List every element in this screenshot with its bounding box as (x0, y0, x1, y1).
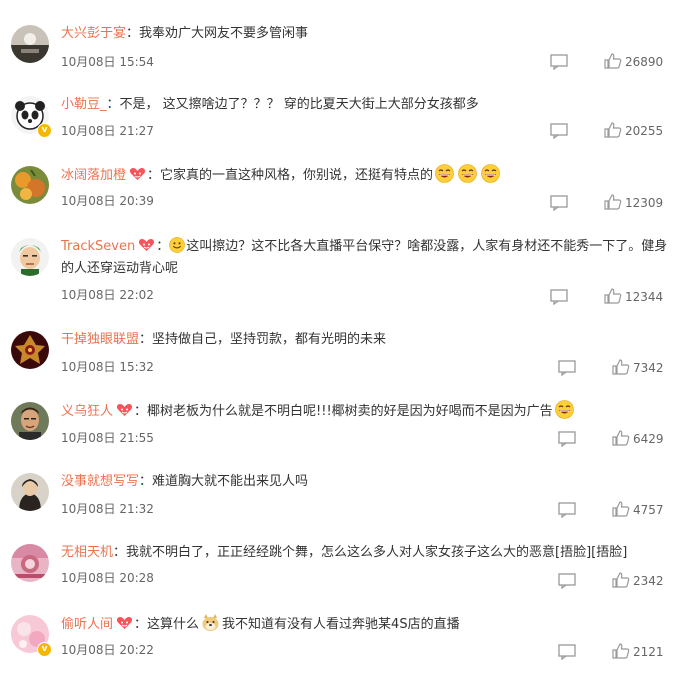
like-icon[interactable] (604, 53, 622, 69)
avatar[interactable] (11, 166, 49, 204)
username-link[interactable]: 大兴彭于宴 (61, 26, 126, 41)
username-link[interactable]: 无相天机 (61, 545, 113, 560)
like-count: 7342 (633, 361, 664, 375)
comment-content: 坚持做自己，坚持罚款，都有光明的未来 (152, 332, 387, 347)
like-icon[interactable] (604, 122, 622, 138)
separator: ： (134, 617, 148, 632)
avatar[interactable] (11, 25, 49, 63)
separator: ： (134, 404, 148, 419)
separator: ： (113, 545, 127, 560)
like-icon[interactable] (612, 501, 630, 517)
like-count: 4757 (633, 503, 664, 517)
reply-icon[interactable] (550, 195, 568, 211)
separator: ： (126, 26, 140, 41)
timestamp: 10月08日 20:39 (61, 194, 154, 208)
like-icon[interactable] (612, 430, 630, 446)
reply-icon[interactable] (558, 573, 576, 589)
comment-content: 我奉劝广大网友不要多管闲事 (139, 26, 309, 41)
like-count: 6429 (633, 432, 664, 446)
username-link[interactable]: 义乌狂人 (61, 404, 113, 419)
reply-icon[interactable] (550, 289, 568, 305)
username-link[interactable]: TrackSeven (61, 239, 135, 254)
comment-text: 偷听人间 ：这算什么 我不知道有没有人看过奔驰某4S店的直播 (61, 613, 681, 636)
comment-content: 不是， 这又擦啥边了？？？ 穿的比夏天大街上大部分女孩都多 (119, 97, 479, 112)
comment-content: 难道胸大就不能出来见人吗 (152, 474, 309, 489)
laughing-emoji-icon (458, 164, 477, 183)
laughing-emoji-icon (435, 164, 454, 183)
like-icon[interactable] (604, 194, 622, 210)
timestamp: 10月08日 15:32 (61, 360, 154, 374)
like-icon[interactable] (612, 643, 630, 659)
separator: ： (106, 97, 120, 112)
comment-text: 干掉独眼联盟：坚持做自己，坚持罚款，都有光明的未来 (61, 329, 681, 351)
timestamp: 10月08日 21:32 (61, 502, 154, 516)
fan-badge-icon (129, 168, 146, 180)
comment-text: 义乌狂人 ：椰树老板为什么就是不明白呢!!!椰树卖的好是因为好喝而不是因为广告 (61, 400, 681, 423)
like-count: 2342 (633, 574, 664, 588)
reply-icon[interactable] (558, 360, 576, 376)
laughing-emoji-icon (554, 400, 574, 419)
avatar[interactable] (11, 473, 49, 511)
avatar[interactable] (11, 544, 49, 582)
comment-text: 没事就想写写：难道胸大就不能出来见人吗 (61, 471, 681, 493)
reply-icon[interactable] (558, 644, 576, 660)
like-count: 12344 (625, 290, 664, 304)
like-count: 20255 (625, 124, 664, 138)
comment-content: 我就不明白了，正正经经跳个舞，怎么这么多人对人家女孩子这么大的恶意[捂脸][捂脸… (126, 545, 628, 560)
separator: ： (147, 168, 161, 183)
username-link[interactable]: 没事就想写写 (61, 474, 139, 489)
verified-badge-icon: v (37, 642, 52, 657)
separator: ： (139, 332, 153, 347)
comment-content: 它家真的一直这种风格，你别说，还挺有特点的 (160, 168, 434, 183)
timestamp: 10月08日 15:54 (61, 55, 154, 69)
reply-icon[interactable] (558, 431, 576, 447)
comment-text: TrackSeven：这叫擦边？这不比各大直播平台保守？啥都没露，人家有身材还不… (61, 236, 676, 280)
comment-content: 我不知道有没有人看过奔驰某4S店的直播 (222, 617, 460, 632)
timestamp: 10月08日 21:27 (61, 124, 154, 138)
username-link[interactable]: 干掉独眼联盟 (61, 332, 139, 347)
like-icon[interactable] (612, 572, 630, 588)
username-link[interactable]: 偷听人间 (61, 617, 113, 632)
comment-text: 小勒豆_：不是， 这又擦啥边了？？？ 穿的比夏天大街上大部分女孩都多 (61, 94, 681, 116)
username-link[interactable]: 冰阔落加橙 (61, 168, 126, 183)
timestamp: 10月08日 22:02 (61, 288, 154, 302)
laughing-emoji-icon (481, 164, 500, 183)
comment-text: 冰阔落加橙 ：它家真的一直这种风格，你别说，还挺有特点的 (61, 164, 681, 187)
username-link[interactable]: 小勒豆_ (61, 97, 107, 112)
avatar[interactable] (11, 331, 49, 369)
reply-icon[interactable] (550, 123, 568, 139)
reply-icon[interactable] (550, 54, 568, 70)
comment-content: 椰树老板为什么就是不明白呢!!!椰树卖的好是因为好喝而不是因为广告 (147, 404, 553, 419)
verified-badge-icon: v (37, 123, 52, 138)
timestamp: 10月08日 20:28 (61, 571, 154, 585)
comment-text: 无相天机：我就不明白了，正正经经跳个舞，怎么这么多人对人家女孩子这么大的恶意[捂… (61, 542, 681, 564)
like-count: 26890 (625, 55, 664, 69)
avatar[interactable] (11, 402, 49, 440)
timestamp: 10月08日 21:55 (61, 431, 154, 445)
fan-badge-icon (139, 239, 155, 251)
comment-list: 大兴彭于宴：我奉劝广大网友不要多管闲事 10月08日 15:54 26890 v… (0, 0, 693, 678)
comment-content: 这算什么 (147, 617, 200, 632)
like-icon[interactable] (612, 359, 630, 375)
separator: ： (139, 474, 153, 489)
fan-badge-icon (116, 617, 133, 629)
separator: ： (156, 239, 170, 254)
fan-badge-icon (116, 404, 133, 416)
doge-emoji-icon (202, 614, 219, 631)
avatar[interactable] (11, 238, 49, 276)
timestamp: 10月08日 20:22 (61, 643, 154, 657)
comment-text: 大兴彭于宴：我奉劝广大网友不要多管闲事 (61, 23, 681, 45)
grin-emoji-icon (169, 237, 186, 253)
like-count: 2121 (633, 645, 664, 659)
like-icon[interactable] (604, 288, 622, 304)
like-count: 12309 (625, 196, 664, 210)
reply-icon[interactable] (558, 502, 576, 518)
